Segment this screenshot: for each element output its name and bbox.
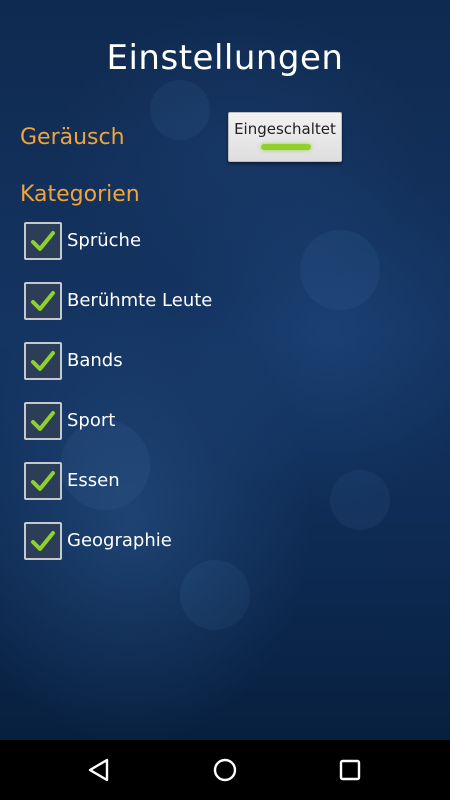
category-checkbox[interactable] [24, 402, 62, 440]
category-label: Geographie [67, 530, 172, 551]
page-title: Einstellungen [106, 38, 344, 78]
category-row-sport[interactable]: Sport [24, 402, 404, 442]
back-icon [88, 758, 109, 782]
back-button[interactable] [79, 750, 119, 790]
category-checkbox[interactable] [24, 342, 62, 380]
category-checkbox[interactable] [24, 282, 62, 320]
recents-icon [339, 759, 361, 781]
toggle-on-indicator [261, 144, 311, 150]
check-icon [31, 231, 55, 251]
category-checkbox[interactable] [24, 222, 62, 260]
category-label: Essen [67, 470, 120, 491]
category-checkbox[interactable] [24, 522, 62, 560]
sound-toggle-label: Eingeschaltet [234, 120, 336, 138]
check-icon [31, 291, 55, 311]
check-icon [31, 531, 55, 551]
home-icon [213, 758, 237, 782]
category-label: Bands [67, 350, 123, 371]
categories-section-label: Kategorien [20, 182, 140, 207]
category-label: Berühmte Leute [67, 290, 213, 311]
category-row-beruehmte-leute[interactable]: Berühmte Leute [24, 282, 404, 322]
category-checkbox[interactable] [24, 462, 62, 500]
check-icon [31, 471, 55, 491]
category-label: Sprüche [67, 230, 142, 251]
sound-toggle-button[interactable]: Eingeschaltet [228, 112, 342, 162]
category-row-sprueche[interactable]: Sprüche [24, 222, 404, 262]
settings-screen: Einstellungen Geräusch Eingeschaltet Kat… [0, 0, 450, 740]
recents-button[interactable] [330, 750, 370, 790]
home-button[interactable] [205, 750, 245, 790]
check-icon [31, 351, 55, 371]
category-row-essen[interactable]: Essen [24, 462, 404, 502]
category-label: Sport [67, 410, 116, 431]
background-bokeh [150, 80, 210, 140]
android-navigation-bar [0, 740, 450, 800]
sound-section-label: Geräusch [20, 125, 125, 150]
check-icon [31, 411, 55, 431]
category-row-bands[interactable]: Bands [24, 342, 404, 382]
background-bokeh [180, 560, 250, 630]
category-row-geographie[interactable]: Geographie [24, 522, 404, 562]
